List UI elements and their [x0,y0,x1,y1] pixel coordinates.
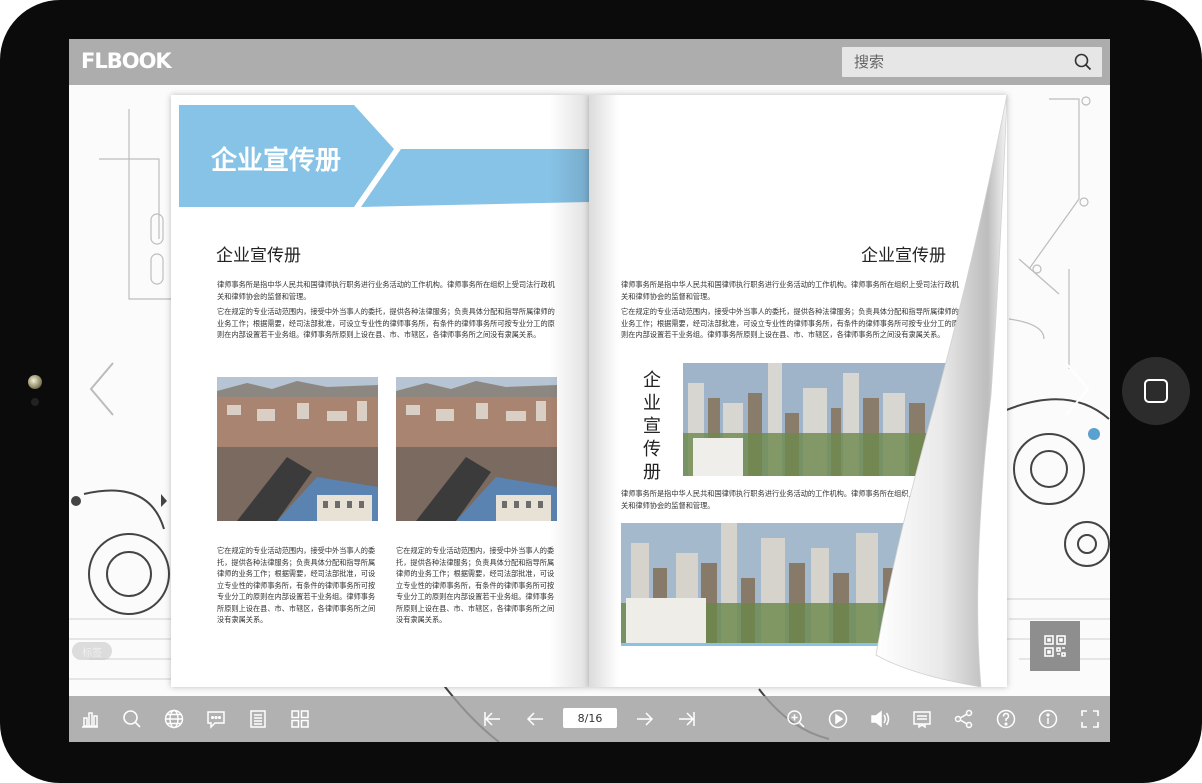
grid-icon[interactable] [289,708,311,730]
list-icon[interactable] [247,708,269,730]
bookmark-icon[interactable] [911,708,933,730]
qr-code-icon [1044,635,1066,657]
next-page-side-arrow-icon[interactable] [1062,359,1092,419]
info-icon[interactable] [1037,708,1059,730]
left-intro-para-2: 它在规定的专业活动范围内，接受中外当事人的委托，提供各种法律服务；负责具体分配和… [217,307,555,339]
prev-page-side-arrow-icon[interactable] [87,359,117,419]
left-page-heading: 企业宣传册 [216,246,301,266]
top-bar: FLBOOK [69,39,1110,85]
globe-icon[interactable] [163,708,185,730]
play-icon[interactable] [827,708,849,730]
next-page-icon[interactable] [634,708,656,730]
bookmark-tag[interactable]: 标签 [72,642,112,660]
last-page-icon[interactable] [676,708,698,730]
search-box[interactable] [842,47,1102,77]
right-gutter-shadow [589,95,619,687]
page-curl[interactable] [821,95,1011,687]
help-icon[interactable] [995,708,1017,730]
city-photo-2 [396,377,557,521]
page-indicator[interactable]: 8/16 [563,708,617,728]
vertical-title: 企业宣传册 [643,370,661,483]
comment-icon[interactable] [205,708,227,730]
zoom-in-icon[interactable] [785,708,807,730]
search-icon[interactable] [121,708,143,730]
left-intro-para-1: 律师事务所是指中华人民共和国律师执行职务进行业务活动的工作机构。律师事务所在组织… [217,280,555,301]
left-page[interactable]: 企业宣传册 企业宣传册 律师事务所是指中华人民共和国律师执行职务进行业务活动的工… [171,95,589,687]
first-page-icon[interactable] [481,708,503,730]
bottom-toolbar: 8/16 [69,696,1110,742]
qr-code-button[interactable] [1030,621,1080,671]
camera-sensor [31,398,39,406]
home-square-icon [1144,379,1168,403]
home-button[interactable] [1122,357,1190,425]
search-icon[interactable] [1074,53,1092,71]
flbook-logo[interactable]: FLBOOK [81,49,172,73]
left-gutter-shadow [549,95,589,687]
tablet-frame: FLBOOK 企业宣传册 企业宣传册 律师事务所是指中华人民共和国律师执行职务进… [0,0,1202,783]
open-book[interactable]: 企业宣传册 企业宣传册 律师事务所是指中华人民共和国律师执行职务进行业务活动的工… [171,95,1008,687]
prev-page-icon[interactable] [524,708,546,730]
left-col-para-2: 它在规定的专业活动范围内，接受中外当事人的委托，提供各种法律服务；负责具体分配和… [396,546,555,624]
search-input[interactable] [842,47,1064,77]
city-photo-1 [217,377,378,521]
fullscreen-icon[interactable] [1079,708,1101,730]
volume-icon[interactable] [869,708,891,730]
left-col-para-1: 它在规定的专业活动范围内，接受中外当事人的委托，提供各种法律服务；负责具体分配和… [217,546,376,624]
banner-title: 企业宣传册 [211,146,342,176]
camera-lens [28,375,42,389]
chart-icon[interactable] [79,708,101,730]
share-icon[interactable] [953,708,975,730]
flipbook-screen: FLBOOK 企业宣传册 企业宣传册 律师事务所是指中华人民共和国律师执行职务进… [69,39,1110,742]
